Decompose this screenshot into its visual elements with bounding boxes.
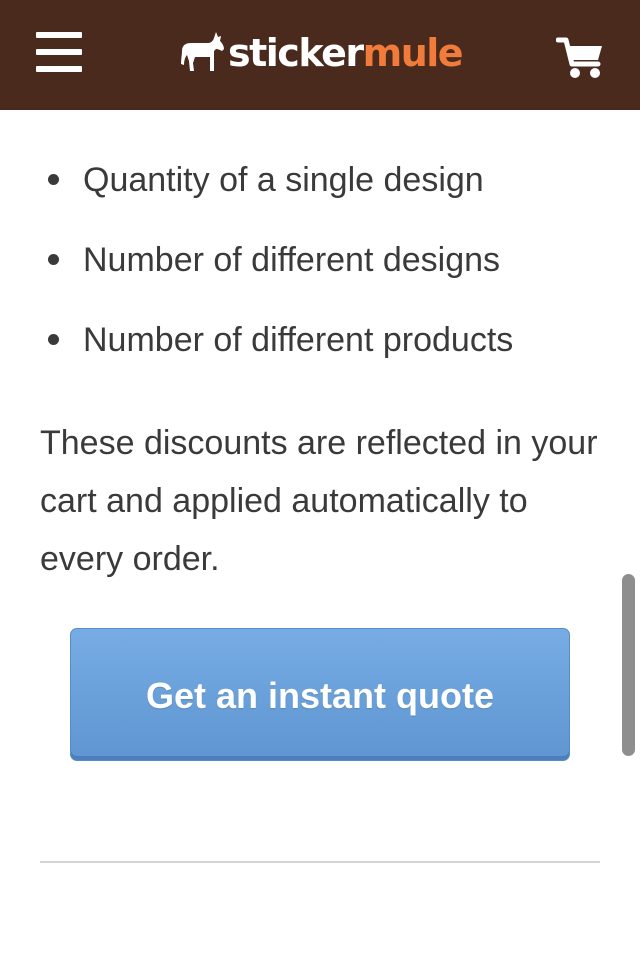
- list-item-text: Quantity of a single design: [83, 161, 484, 199]
- logo-wordmark: stickermule: [228, 28, 464, 78]
- list-item-text: Number of different designs: [83, 241, 501, 279]
- discount-description: These discounts are reflected in your ca…: [40, 424, 598, 578]
- page: stickermule Quantity of a single design …: [0, 0, 640, 959]
- top-navigation-bar: stickermule: [0, 0, 640, 110]
- list-item-text: Number of different products: [83, 321, 514, 359]
- bullet-icon: [48, 334, 59, 345]
- logo-text-sticker: sticker: [228, 31, 364, 75]
- get-instant-quote-button[interactable]: Get an instant quote: [70, 628, 570, 761]
- shopping-cart-icon[interactable]: [555, 36, 606, 80]
- mule-icon: [181, 32, 224, 71]
- hamburger-menu-icon[interactable]: [36, 32, 82, 74]
- stickermule-logo[interactable]: stickermule: [178, 28, 464, 78]
- scrollbar-thumb[interactable]: [622, 574, 635, 756]
- logo-text-mule: mule: [362, 31, 464, 75]
- bullet-icon: [48, 254, 59, 265]
- bullet-icon: [48, 174, 59, 185]
- section-divider: [40, 861, 600, 863]
